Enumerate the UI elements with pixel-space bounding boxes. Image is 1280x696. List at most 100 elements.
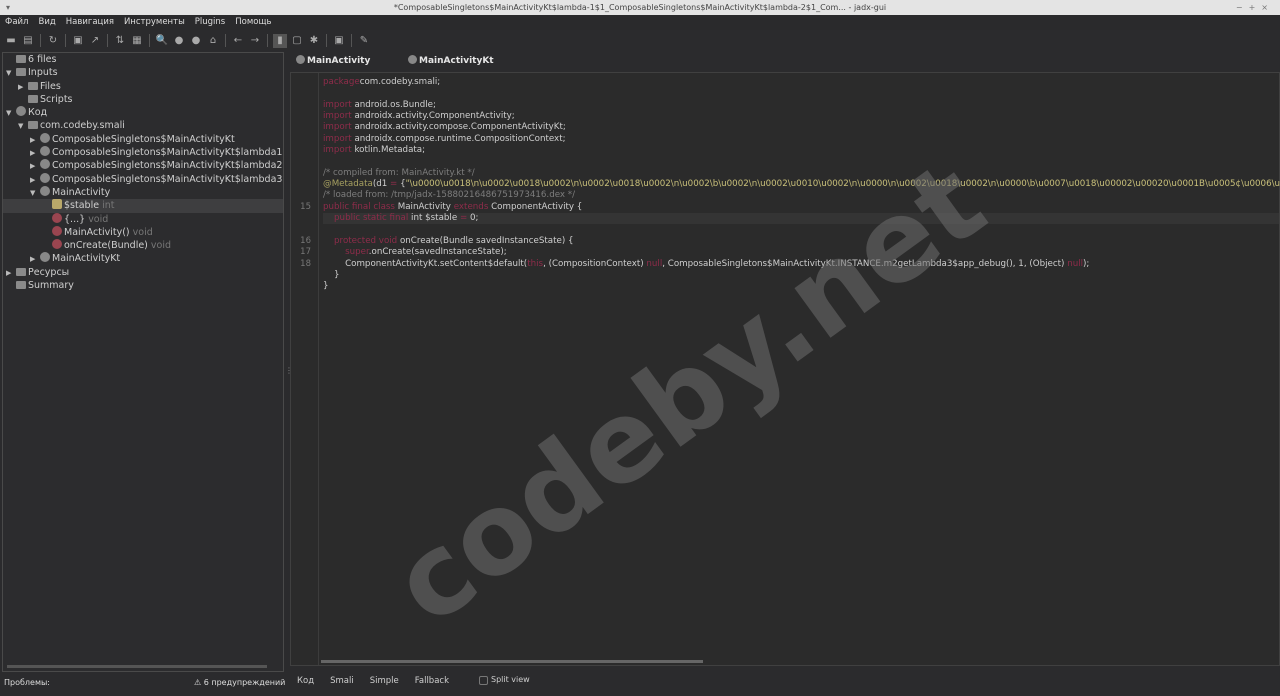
tree-item[interactable]: Summary bbox=[3, 279, 283, 292]
mode-tab-код[interactable]: Код bbox=[297, 674, 314, 688]
tab-mainactivity[interactable]: MainActivity bbox=[290, 52, 402, 70]
summary-icon bbox=[16, 281, 26, 290]
folder-icon bbox=[28, 94, 38, 103]
expand-toggle-icon[interactable]: ▼ bbox=[6, 107, 16, 119]
menu-item[interactable]: Помощь bbox=[235, 15, 271, 30]
toolbar-separator bbox=[65, 34, 66, 47]
mode-tab-simple[interactable]: Simple bbox=[370, 674, 399, 688]
tree-item[interactable]: ▼ com.codeby.smali bbox=[3, 119, 283, 132]
code-editor[interactable]: packagecom.codeby.smali; import android.o… bbox=[290, 72, 1280, 666]
log-icon[interactable]: ▢ bbox=[290, 34, 304, 48]
code-line: packagecom.codeby.smali; bbox=[323, 77, 1279, 88]
class-icon bbox=[40, 146, 50, 157]
expand-toggle-icon[interactable]: ▶ bbox=[30, 134, 40, 146]
tree-item[interactable]: onCreate(Bundle) void bbox=[3, 239, 283, 252]
code-icon bbox=[16, 106, 26, 117]
home-icon[interactable]: ⌂ bbox=[206, 34, 220, 48]
code-token: ComponentActivityKt.setContent$default( bbox=[323, 258, 528, 269]
find-class-icon[interactable]: ● bbox=[172, 34, 186, 48]
tree-item[interactable]: Scripts bbox=[3, 93, 283, 106]
tree-item[interactable]: {...} void bbox=[3, 212, 283, 226]
code-line: /* loaded from: /tmp/jadx-15880216486751… bbox=[323, 190, 1279, 201]
expand-toggle-icon[interactable]: ▶ bbox=[30, 160, 40, 172]
code-token: package bbox=[323, 77, 360, 87]
expand-toggle-icon[interactable]: ▶ bbox=[30, 174, 40, 186]
back-icon[interactable]: ← bbox=[231, 34, 245, 48]
folder-icon bbox=[16, 68, 26, 77]
tree-item-label: onCreate(Bundle) bbox=[64, 240, 148, 252]
tree-item[interactable]: ▶ ComposableSingletons$MainActivityKt$lam… bbox=[3, 159, 283, 172]
expand-toggle-icon[interactable]: ▼ bbox=[6, 67, 16, 79]
menu-item[interactable]: Файл bbox=[5, 15, 28, 30]
tree-item[interactable]: 6 files bbox=[3, 53, 283, 66]
sync-tree-icon[interactable]: ⇅ bbox=[113, 34, 127, 48]
quark-icon[interactable]: ▮ bbox=[273, 33, 287, 48]
checkbox-icon[interactable] bbox=[479, 675, 488, 685]
preferences-icon[interactable]: ▣ bbox=[332, 34, 346, 48]
toolbar: ▬ ▤ ↻ ▣ ↗ ⇅ ▦ 🔍 ● ● ⌂ ← → ▮ ▢ ✱ ▣ ✎ bbox=[0, 32, 371, 49]
expand-toggle-icon[interactable]: ▶ bbox=[6, 267, 16, 279]
project-tree: 6 files ▼ Inputs ▶ Files Scripts ▼ Код ▼ com.code… bbox=[2, 52, 284, 672]
window-controls[interactable]: −+× bbox=[1236, 0, 1274, 15]
expand-toggle-icon[interactable]: ▼ bbox=[30, 187, 40, 199]
files-icon bbox=[16, 55, 26, 63]
tree-item[interactable]: ▶ Ресурсы bbox=[3, 266, 283, 279]
tree-item[interactable]: ▶ ComposableSingletons$MainActivityKt$lam… bbox=[3, 172, 283, 186]
tree-item-label: {...} bbox=[64, 213, 86, 225]
code-token: super bbox=[345, 247, 369, 258]
search-icon[interactable]: 🔍 bbox=[155, 34, 169, 48]
menu-item[interactable]: Вид bbox=[38, 15, 55, 30]
add-files-icon[interactable]: ▤ bbox=[21, 34, 35, 48]
code-line: public static final int $stable = 0; bbox=[323, 213, 1279, 225]
find-usage-icon[interactable]: ● bbox=[189, 34, 203, 48]
tree-item[interactable]: ▶ ComposableSingletons$MainActivityKt bbox=[3, 132, 283, 146]
tree-item-label: Scripts bbox=[40, 93, 73, 105]
tree-item[interactable]: ▼ Inputs bbox=[3, 66, 283, 79]
debug-icon[interactable]: ✱ bbox=[307, 34, 321, 48]
sync-icon[interactable]: ↻ bbox=[46, 34, 60, 48]
code-token: extends bbox=[453, 201, 489, 212]
flatten-packages-icon[interactable]: ▦ bbox=[130, 34, 144, 48]
split-view-checkbox[interactable]: Split view bbox=[479, 674, 530, 686]
expand-toggle-icon[interactable]: ▶ bbox=[30, 253, 40, 265]
open-icon[interactable]: ▬ bbox=[4, 34, 18, 48]
expand-toggle-icon[interactable]: ▶ bbox=[18, 81, 28, 93]
tree-item[interactable]: ▶ ComposableSingletons$MainActivityKt$lam… bbox=[3, 146, 283, 159]
tree-item[interactable]: ▶ Files bbox=[3, 80, 283, 93]
tree-item[interactable]: MainActivity() void bbox=[3, 225, 283, 239]
export-icon[interactable]: ↗ bbox=[88, 34, 102, 48]
editor-horizontal-scrollbar[interactable] bbox=[321, 660, 703, 663]
window-menu-icon[interactable]: ▾ bbox=[6, 0, 10, 15]
expand-toggle-icon[interactable]: ▶ bbox=[30, 147, 40, 159]
mode-tab-fallback[interactable]: Fallback bbox=[415, 674, 449, 688]
tree-item[interactable]: $stable int bbox=[3, 199, 283, 213]
expand-toggle-icon[interactable]: ▼ bbox=[18, 120, 28, 132]
code-token: com.codeby.smali; bbox=[359, 77, 441, 87]
code-token: @Metadata bbox=[323, 179, 373, 190]
save-icon[interactable]: ▣ bbox=[71, 34, 85, 48]
code-token: .onCreate(savedInstanceState); bbox=[368, 247, 507, 258]
code-token: import bbox=[323, 122, 352, 133]
forward-icon[interactable]: → bbox=[248, 34, 262, 48]
tree-horizontal-scrollbar[interactable] bbox=[7, 665, 267, 668]
mode-tab-smali[interactable]: Smali bbox=[330, 674, 354, 688]
tab-mainactivitykt[interactable]: MainActivityKt bbox=[402, 52, 514, 70]
tree-item-label: ComposableSingletons$MainActivityKt$lamb… bbox=[52, 147, 283, 159]
menu-item[interactable]: Инструменты bbox=[124, 15, 185, 30]
tree-item[interactable]: ▼ MainActivity bbox=[3, 185, 283, 199]
code-token: androidx.activity.compose.ComponentActiv… bbox=[351, 122, 566, 133]
toolbar-separator bbox=[326, 34, 327, 47]
tree-item[interactable]: ▶ MainActivityKt bbox=[3, 252, 283, 265]
code-token: (d1 bbox=[372, 179, 391, 190]
menu-item[interactable]: Plugins bbox=[195, 15, 225, 30]
menu-item[interactable]: Навигация bbox=[66, 15, 114, 30]
tree-item-label: Ресурсы bbox=[28, 266, 70, 278]
tree-item[interactable]: ▼ Код bbox=[3, 106, 283, 119]
settings-icon[interactable]: ✎ bbox=[357, 34, 371, 48]
warnings-indicator[interactable]: ⚠ 6 предупреждений bbox=[194, 678, 285, 687]
line-number: 15 bbox=[300, 201, 311, 212]
class-icon bbox=[40, 132, 50, 143]
